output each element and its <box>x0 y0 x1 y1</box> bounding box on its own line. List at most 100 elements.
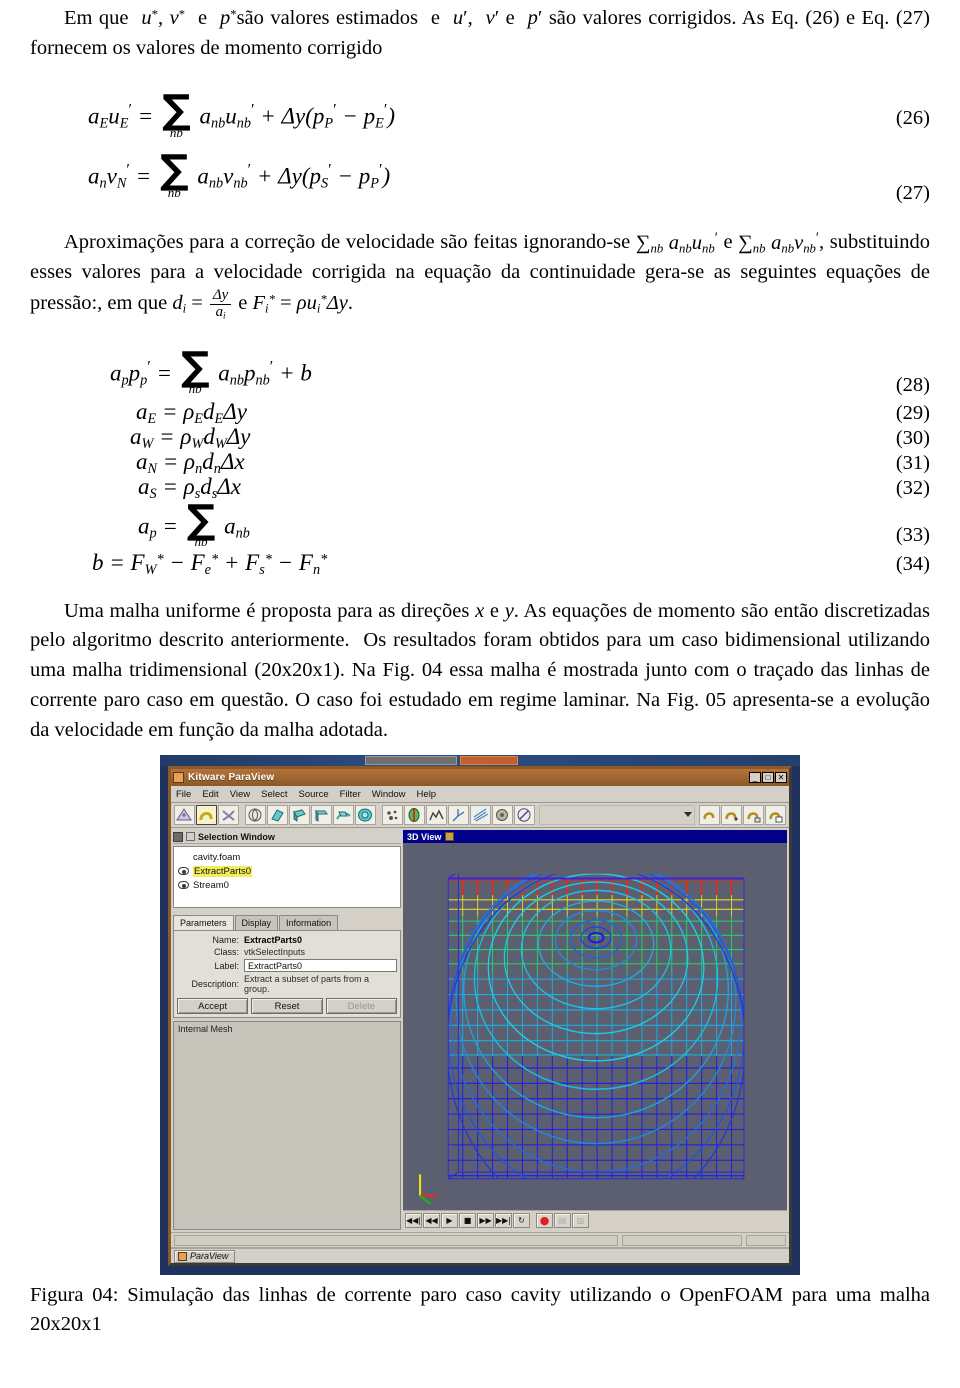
contour-icon[interactable] <box>196 805 217 826</box>
equation-number: (31) <box>895 451 930 474</box>
menu-item-filter[interactable]: Filter <box>340 789 361 800</box>
parameters-panel: Name: ExtractParts0 Class: vtkSelectInpu… <box>173 930 401 1019</box>
ribbon-icon[interactable] <box>470 805 491 826</box>
threshold-icon[interactable] <box>267 805 288 826</box>
pipeline-tree[interactable]: cavity.foam ExtractParts0 Stream0 <box>173 846 401 909</box>
equation-number: (34) <box>895 553 930 576</box>
play-button[interactable]: ▶ <box>441 1213 458 1229</box>
tree-item-stream[interactable]: Stream0 <box>178 878 396 892</box>
warp-icon[interactable] <box>355 805 376 826</box>
stream-tracer-icon[interactable] <box>333 805 354 826</box>
camera-rotate-icon-1[interactable] <box>699 805 720 826</box>
menu-item-file[interactable]: File <box>176 789 191 800</box>
first-frame-button[interactable]: ◀◀| <box>405 1213 422 1229</box>
desktop-background: Kitware ParaView _ □ ✕ File Edit View Se… <box>160 755 800 1276</box>
label-input[interactable]: ExtractParts0 <box>244 959 397 973</box>
equation-33-body: ap = ∑ nb anb <box>138 496 250 550</box>
list-item[interactable]: Internal Mesh <box>178 1024 396 1034</box>
clip-icon[interactable] <box>218 805 239 826</box>
ellipse-tool-icon[interactable] <box>514 805 535 826</box>
property-description: Description: Extract a subset of parts f… <box>177 974 397 994</box>
minimize-button[interactable]: _ <box>749 772 761 784</box>
taskbar-item-label: ParaView <box>190 1251 229 1262</box>
save-animation-button: ▤ <box>554 1213 571 1229</box>
figure-caption: Figura 04: Simulação das linhas de corre… <box>30 1284 930 1335</box>
tree-item-cavity[interactable]: cavity.foam <box>178 850 396 864</box>
selection-window-header: Selection Window <box>173 830 401 845</box>
visibility-eye-icon[interactable] <box>178 881 189 890</box>
equation-number: (26) <box>895 106 930 129</box>
app-icon <box>173 772 184 784</box>
desktop-window-button-active[interactable] <box>460 756 518 766</box>
loop-button[interactable]: ↻ <box>513 1213 530 1229</box>
property-name: Name: ExtractParts0 <box>177 935 397 945</box>
tab-information[interactable]: Information <box>279 915 339 931</box>
axes-icon[interactable] <box>448 805 469 826</box>
slice-icon[interactable] <box>245 805 266 826</box>
extract-subset-icon[interactable] <box>289 805 310 826</box>
equation-34-body: b = FW* − Fe* + Fs* − Fn* <box>92 550 328 579</box>
panel-undock-icon[interactable] <box>186 832 195 842</box>
equation-block-28-34: appp′ = ∑ nb anbpnb′ + b (28) aE = ρEdEΔy… <box>30 345 930 579</box>
maximize-button[interactable]: □ <box>762 772 774 784</box>
property-tabs: Parameters Display Information <box>173 915 401 931</box>
camera-rotate-icon-4[interactable] <box>765 805 786 826</box>
calculator-icon[interactable] <box>174 805 195 826</box>
visibility-eye-icon[interactable] <box>178 867 189 876</box>
view-title: 3D View <box>407 831 442 842</box>
paragraph-mesh: Uma malha uniforme é proposta para as di… <box>30 599 930 741</box>
window-title: Kitware ParaView <box>188 772 275 784</box>
status-message-field <box>174 1234 618 1246</box>
menu-item-window[interactable]: Window <box>372 789 406 800</box>
menu-item-source[interactable]: Source <box>299 789 329 800</box>
stop-button[interactable]: ■ <box>459 1213 476 1229</box>
glyph-icon[interactable] <box>311 805 332 826</box>
figure-04: Kitware ParaView _ □ ✕ File Edit View Se… <box>160 755 800 1276</box>
vcr-controls: ◀◀| ◀◀ ▶ ■ ▶▶ ▶▶| ↻ ● ▤ ▥ <box>403 1210 787 1231</box>
previous-frame-button[interactable]: ◀◀ <box>423 1213 440 1229</box>
equation-row: anvN′ = ∑ nb anbvnb′ + Δy(pS′ − pP′) (27) <box>30 145 930 211</box>
tree-item-extractparts[interactable]: ExtractParts0 <box>178 864 396 878</box>
toolbar-combo[interactable] <box>539 805 695 826</box>
accept-button[interactable]: Accept <box>177 998 249 1015</box>
plot-icon[interactable] <box>426 805 447 826</box>
record-button[interactable]: ● <box>536 1213 553 1229</box>
toolbar <box>171 803 789 829</box>
time-settings-button: ▥ <box>572 1213 589 1229</box>
equation-row: b = FW* − Fe* + Fs* − Fn* (34) <box>30 550 930 579</box>
selection-window-title: Selection Window <box>198 831 275 842</box>
property-label: Label: <box>214 960 239 971</box>
next-frame-button[interactable]: ▶▶ <box>477 1213 494 1229</box>
tab-display[interactable]: Display <box>234 915 279 931</box>
tab-parameters[interactable]: Parameters <box>173 915 234 931</box>
cavity-streamlines-visualization <box>419 874 745 1206</box>
render-panel: 3D View ◀◀| ◀◀ ▶ ■ ▶▶ ▶▶| ↻ ● ▤ ▥ <box>403 828 789 1232</box>
reset-button[interactable]: Reset <box>251 998 323 1015</box>
parts-list[interactable]: Internal Mesh <box>173 1021 401 1231</box>
delete-button: Delete <box>325 998 397 1015</box>
tree-item-label: cavity.foam <box>193 851 241 863</box>
taskbar-item-paraview[interactable]: ParaView <box>174 1249 236 1263</box>
tree-item-label: ExtractParts0 <box>193 865 253 877</box>
camera-rotate-icon-3[interactable] <box>743 805 764 826</box>
status-bar <box>171 1232 789 1248</box>
camera-rotate-icon-2[interactable] <box>721 805 742 826</box>
equation-row: aN = ρndnΔx (31) <box>30 449 930 477</box>
desktop-window-button[interactable] <box>365 756 457 766</box>
property-value: ExtractParts0 <box>244 935 303 946</box>
equation-row: aEuE′ = ∑ nb anbunb′ + Δy(pP′ − pE′) (26) <box>30 85 930 151</box>
window-titlebar: Kitware ParaView _ □ ✕ <box>171 769 789 787</box>
menu-item-help[interactable]: Help <box>417 789 437 800</box>
close-button[interactable]: ✕ <box>775 772 787 784</box>
render-view-canvas[interactable] <box>403 843 787 1211</box>
equation-number: (27) <box>895 182 930 205</box>
pin-icon[interactable] <box>445 832 455 842</box>
menu-item-view[interactable]: View <box>230 789 250 800</box>
glyph-points-icon[interactable] <box>382 805 403 826</box>
progress-field <box>622 1234 742 1246</box>
cut-icon[interactable] <box>404 805 425 826</box>
menu-item-edit[interactable]: Edit <box>202 789 218 800</box>
menu-item-select[interactable]: Select <box>261 789 287 800</box>
mesh-icon[interactable] <box>492 805 513 826</box>
last-frame-button[interactable]: ▶▶| <box>495 1213 512 1229</box>
